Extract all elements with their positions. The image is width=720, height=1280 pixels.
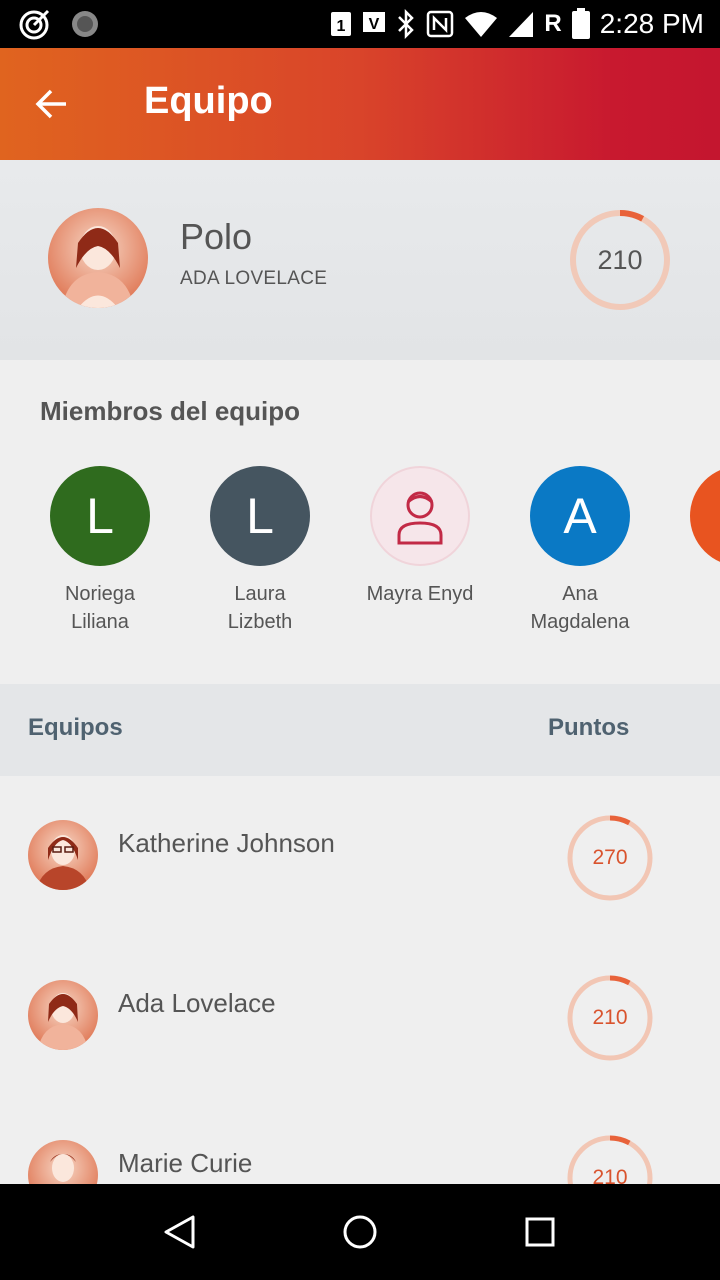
portrait-image <box>28 820 98 890</box>
team-score: 210 <box>597 244 643 275</box>
member-avatar: A <box>530 466 630 566</box>
sim-icon: 1 <box>331 12 352 36</box>
team-leader: ADA LOVELACE <box>180 268 328 289</box>
app-bar: Equipo <box>0 48 720 160</box>
list-item[interactable]: Ada Lovelace 210 <box>0 936 720 1096</box>
portrait-image <box>28 1140 98 1184</box>
battery-icon <box>571 8 590 39</box>
team-name: Polo <box>180 216 253 257</box>
member-name-line2: Lizbeth <box>227 611 293 633</box>
volte-label: V <box>369 16 380 33</box>
member-item[interactable]: Mayra Enyd <box>350 466 490 608</box>
members-section: Miembros del equipo L Noriega Liliana L … <box>0 360 720 684</box>
member-name: Noriega Liliana <box>30 580 170 636</box>
status-system: 1 V R 2:28 PM <box>330 4 704 44</box>
member-name-line1: Ana <box>562 583 598 605</box>
sim-label: 1 <box>337 18 346 35</box>
team-row-score: 270 <box>566 814 654 902</box>
bluetooth-icon <box>398 9 415 39</box>
members-title: Miembros del equipo <box>40 396 301 426</box>
team-row-name: Marie Curie <box>118 1148 253 1178</box>
member-name-line1: Laura <box>234 583 286 605</box>
member-item[interactable]: A Ana Magdalena <box>510 466 650 636</box>
member-name: Ana Magdalena <box>510 580 650 636</box>
team-row-points: 210 <box>592 1006 628 1029</box>
status-notifications <box>18 8 100 40</box>
member-name-line1: D <box>670 580 720 608</box>
triangle-back-icon <box>164 1215 195 1249</box>
team-row-points: 270 <box>592 846 628 869</box>
member-avatar: L <box>50 466 150 566</box>
member-name-line1: Noriega <box>64 583 136 605</box>
member-name: Mayra Enyd <box>350 580 490 608</box>
teams-column-header: Equipos <box>28 714 123 741</box>
member-item[interactable]: D <box>670 466 720 608</box>
member-item[interactable]: L Noriega Liliana <box>30 466 170 636</box>
back-button[interactable] <box>24 76 80 132</box>
team-avatar <box>48 208 148 308</box>
nav-recents-button[interactable] <box>516 1208 564 1256</box>
member-avatar: L <box>210 466 310 566</box>
signal-icon <box>509 12 534 37</box>
teams-list-header: Equipos Puntos <box>0 684 720 776</box>
member-item[interactable]: L Laura Lizbeth <box>190 466 330 636</box>
system-nav-bar <box>0 1184 720 1280</box>
team-row-avatar <box>28 820 98 890</box>
team-row-name: Katherine Johnson <box>118 828 335 858</box>
wifi-icon <box>465 12 498 37</box>
team-header: Polo ADA LOVELACE 210 <box>0 160 720 360</box>
list-item[interactable]: Katherine Johnson 270 <box>0 776 720 936</box>
member-name: D <box>670 580 720 608</box>
nfc-icon <box>427 10 454 38</box>
status-time: 2:28 PM <box>599 8 704 39</box>
portrait-image <box>48 208 148 308</box>
team-row-avatar <box>28 980 98 1050</box>
member-name: Laura Lizbeth <box>190 580 330 636</box>
member-avatar <box>690 466 720 566</box>
portrait-image <box>28 980 98 1050</box>
nav-home-button[interactable] <box>336 1208 384 1256</box>
teams-list[interactable]: Katherine Johnson 270 Ada Lovelace 210 M… <box>0 776 720 1184</box>
member-name-line2: Magdalena <box>530 611 630 633</box>
team-row-points: 210 <box>592 1166 628 1184</box>
member-name-line2: Liliana <box>71 611 129 633</box>
page-title: Equipo <box>144 80 273 122</box>
sync-app-icon <box>72 11 98 37</box>
circle-home-icon <box>343 1215 377 1249</box>
person-outline-icon <box>397 491 443 545</box>
member-avatar <box>370 466 470 566</box>
volte-icon: V <box>363 12 386 33</box>
team-score-ring: 210 <box>568 208 672 312</box>
team-row-score: 210 <box>566 974 654 1062</box>
team-row-name: Ada Lovelace <box>118 988 276 1018</box>
roaming-indicator: R <box>544 10 562 37</box>
member-name-line1: Mayra Enyd <box>366 583 474 605</box>
team-row-score: 210 <box>566 1134 654 1184</box>
square-recents-icon <box>525 1217 555 1247</box>
nav-back-button[interactable] <box>156 1208 204 1256</box>
status-bar: 1 V R 2:28 PM <box>0 0 720 48</box>
arrow-back-icon <box>35 89 66 119</box>
list-item[interactable]: Marie Curie 210 <box>0 1096 720 1184</box>
team-row-avatar <box>28 1140 98 1184</box>
target-app-icon <box>19 9 50 40</box>
points-column-header: Puntos <box>548 714 630 741</box>
